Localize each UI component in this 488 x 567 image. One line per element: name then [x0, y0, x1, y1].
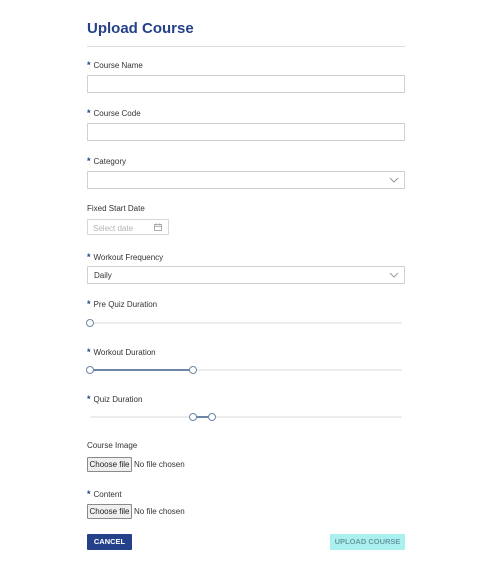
slider-handle-end[interactable]: [207, 413, 216, 421]
quiz-duration-slider[interactable]: [90, 413, 402, 421]
cancel-button[interactable]: CANCEL: [87, 534, 132, 550]
required-marker: *: [87, 299, 91, 309]
chevron-down-icon: [389, 177, 399, 183]
course-image-choose-file-button[interactable]: Choose file: [87, 457, 132, 472]
slider-handle-start[interactable]: [86, 319, 94, 327]
required-marker: *: [87, 156, 91, 166]
category-label: * Category: [87, 156, 126, 166]
upload-course-button[interactable]: UPLOAD COURSE: [330, 534, 405, 550]
required-marker: *: [87, 108, 91, 118]
course-name-input[interactable]: [87, 75, 405, 93]
workout-frequency-label: * Workout Frequency: [87, 252, 164, 262]
slider-handle-start[interactable]: [188, 413, 197, 421]
slider-handle-start[interactable]: [86, 366, 94, 374]
required-marker: *: [87, 394, 91, 404]
calendar-icon: [154, 223, 162, 231]
fixed-start-date-label: Fixed Start Date: [87, 204, 145, 213]
required-marker: *: [87, 60, 91, 70]
pre-quiz-duration-slider[interactable]: [86, 319, 402, 327]
slider-handle-end[interactable]: [188, 366, 197, 374]
slider-fill: [90, 369, 193, 371]
category-select[interactable]: [87, 171, 405, 189]
content-label: * Content: [87, 489, 122, 499]
workout-duration-slider[interactable]: [86, 366, 402, 374]
required-marker: *: [87, 489, 91, 499]
course-name-label: * Course Name: [87, 60, 143, 70]
pre-quiz-duration-label: * Pre Quiz Duration: [87, 299, 158, 309]
course-image-file-status: No file chosen: [134, 460, 185, 469]
workout-frequency-select[interactable]: Daily: [87, 266, 405, 284]
content-choose-file-button[interactable]: Choose file: [87, 504, 132, 519]
required-marker: *: [87, 252, 91, 262]
title-divider: [87, 46, 405, 47]
page-title: Upload Course: [87, 20, 194, 37]
quiz-duration-label: * Quiz Duration: [87, 394, 143, 404]
start-date-picker[interactable]: Select date: [87, 219, 169, 235]
workout-frequency-value: Daily: [94, 271, 112, 280]
course-code-input[interactable]: [87, 123, 405, 141]
required-marker: *: [87, 347, 91, 357]
workout-duration-label: * Workout Duration: [87, 347, 156, 357]
course-image-label: Course Image: [87, 441, 138, 450]
content-file-status: No file chosen: [134, 507, 185, 516]
start-date-placeholder: Select date: [93, 223, 134, 233]
course-code-label: * Course Code: [87, 108, 141, 118]
chevron-down-icon: [389, 272, 399, 278]
